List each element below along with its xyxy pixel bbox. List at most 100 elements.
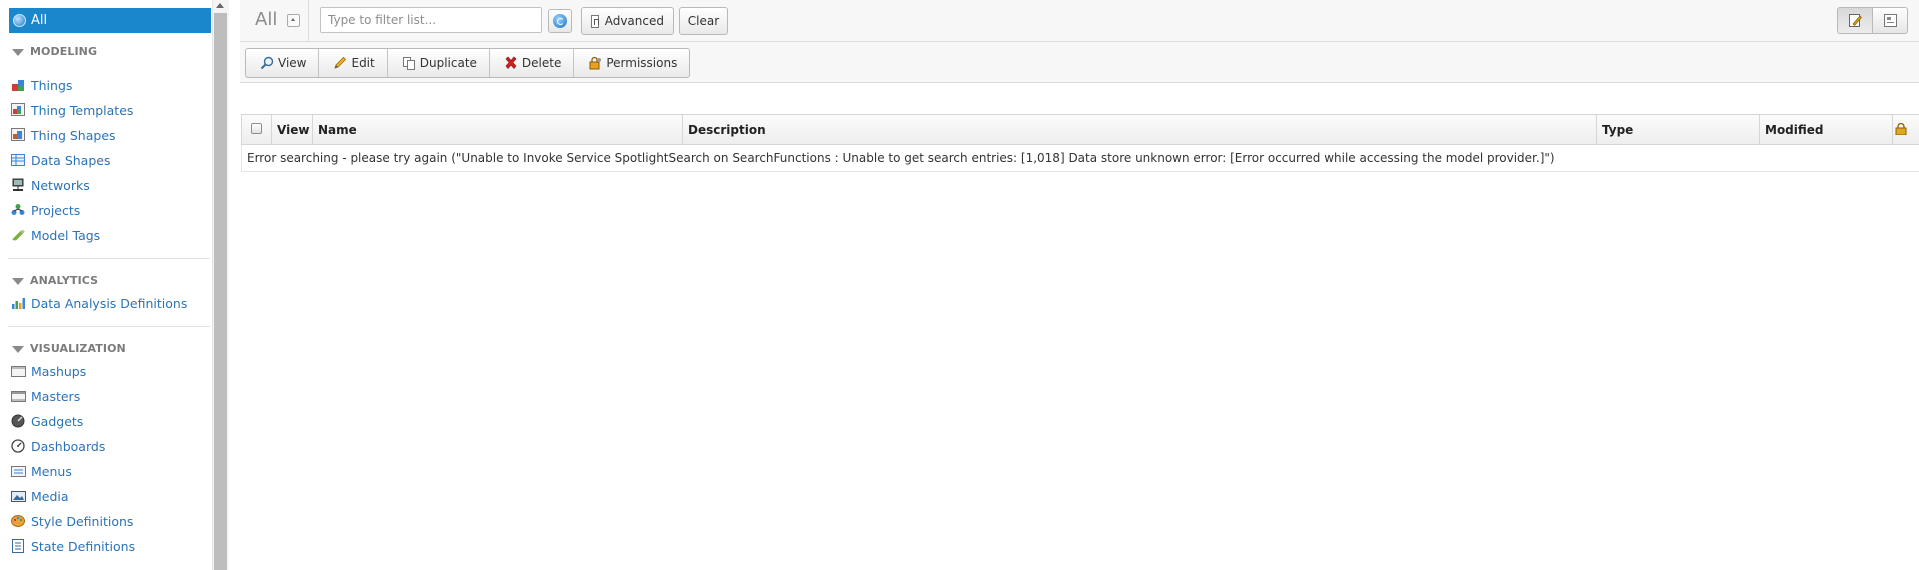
clear-button[interactable]: Clear [679, 7, 728, 35]
action-bar: View Edit Duplicate Delete Permissions [240, 42, 1919, 83]
mashups-icon [11, 364, 26, 378]
sidebar-item-label: Projects [31, 202, 81, 218]
column-header-description[interactable]: Description [682, 115, 1596, 144]
duplicate-icon [402, 56, 416, 70]
view-button[interactable]: View [246, 49, 320, 77]
sidebar-divider [8, 258, 210, 259]
delete-x-icon [504, 56, 518, 70]
advanced-label: Advanced [604, 14, 664, 28]
toolbar-divider [308, 0, 309, 41]
permissions-button[interactable]: Permissions [574, 49, 689, 77]
sort-icon[interactable] [287, 14, 300, 27]
sidebar-item-projects[interactable]: Projects [11, 201, 80, 219]
grid-header-row: View Name Description Type Modified [241, 114, 1919, 145]
sidebar-item-label: Thing Templates [31, 102, 134, 118]
sidebar-item-label: Dashboards [31, 438, 106, 454]
dashboards-icon [11, 439, 26, 453]
sidebar-item-label: Networks [31, 177, 90, 193]
state-definitions-icon [11, 539, 26, 553]
magnifier-icon [260, 56, 274, 70]
scroll-up-arrow-icon[interactable] [216, 3, 224, 8]
filter-input[interactable] [320, 7, 542, 33]
edit-document-icon [1849, 14, 1862, 27]
sidebar: All MODELING Things Thing Templates Thin… [0, 0, 212, 570]
sidebar-item-thing-templates[interactable]: Thing Templates [11, 101, 133, 119]
sidebar-item-label: Gadgets [31, 413, 84, 429]
column-header-lock[interactable] [1892, 115, 1919, 144]
section-header-analytics[interactable]: ANALYTICS [12, 274, 98, 287]
thing-templates-icon [11, 103, 26, 117]
section-header-visualization[interactable]: VISUALIZATION [12, 342, 126, 355]
sidebar-item-model-tags[interactable]: Model Tags [11, 226, 100, 244]
sidebar-item-mashups[interactable]: Mashups [11, 362, 86, 380]
collapse-triangle-icon [12, 48, 24, 56]
advanced-button[interactable]: Advanced [581, 7, 674, 35]
sidebar-item-masters[interactable]: Masters [11, 387, 80, 405]
sidebar-item-networks[interactable]: Networks [11, 176, 90, 194]
sidebar-item-all[interactable]: All [9, 8, 211, 33]
sidebar-item-label: Data Analysis Definitions [31, 295, 188, 311]
permissions-icon [588, 56, 602, 70]
sidebar-scrollbar-thumb[interactable] [214, 13, 227, 570]
column-header-modified[interactable]: Modified [1759, 115, 1892, 144]
globe-icon [13, 14, 26, 27]
sidebar-item-label: Style Definitions [31, 513, 134, 529]
lock-icon [1895, 122, 1907, 136]
action-button-group: View Edit Duplicate Delete Permissions [245, 48, 691, 78]
sidebar-item-label: Model Tags [31, 227, 101, 243]
media-icon [11, 489, 26, 503]
clear-label: Clear [687, 14, 720, 28]
bar-chart-icon [11, 296, 26, 310]
sidebar-item-label: Thing Shapes [31, 127, 116, 143]
sidebar-item-label: Media [31, 488, 69, 504]
section-header-modeling[interactable]: MODELING [12, 45, 97, 58]
sidebar-item-label: All [31, 13, 48, 28]
properties-panel-icon [1884, 14, 1897, 27]
sidebar-item-things[interactable]: Things [11, 76, 72, 94]
data-shapes-icon [11, 153, 26, 167]
model-tags-icon [11, 228, 26, 242]
view-label: View [278, 56, 307, 70]
sidebar-item-label: Data Shapes [31, 152, 111, 168]
menus-icon [11, 464, 26, 478]
pencil-icon [333, 56, 347, 70]
sidebar-item-label: Things [31, 77, 73, 93]
sidebar-item-data-shapes[interactable]: Data Shapes [11, 151, 110, 169]
column-header-view[interactable]: View [271, 115, 312, 144]
sidebar-divider [8, 326, 210, 327]
sidebar-item-data-analysis-definitions[interactable]: Data Analysis Definitions [11, 294, 187, 312]
advanced-search-icon [591, 14, 599, 28]
projects-icon [11, 203, 26, 217]
permissions-label: Permissions [606, 56, 678, 70]
refresh-button[interactable] [548, 9, 572, 33]
sidebar-item-media[interactable]: Media [11, 487, 69, 505]
column-header-type[interactable]: Type [1596, 115, 1759, 144]
sidebar-item-gadgets[interactable]: Gadgets [11, 412, 83, 430]
edit-label: Edit [351, 56, 375, 70]
collapse-triangle-icon [12, 345, 24, 353]
section-title: MODELING [30, 45, 98, 58]
sidebar-item-style-definitions[interactable]: Style Definitions [11, 512, 133, 530]
section-title: VISUALIZATION [30, 342, 126, 355]
thing-shapes-icon [11, 128, 26, 142]
column-header-name[interactable]: Name [312, 115, 682, 144]
edit-mode-toggle[interactable] [1837, 7, 1873, 34]
duplicate-button[interactable]: Duplicate [388, 49, 490, 77]
select-all-checkbox[interactable] [251, 123, 262, 134]
masters-icon [11, 389, 26, 403]
collapse-triangle-icon [12, 277, 24, 285]
delete-button[interactable]: Delete [490, 49, 575, 77]
sidebar-item-label: State Definitions [31, 538, 136, 554]
results-grid: View Name Description Type Modified Erro… [241, 114, 1919, 172]
top-toolbar: All Advanced Clear [240, 0, 1919, 42]
properties-mode-toggle[interactable] [1872, 7, 1908, 34]
networks-icon [11, 178, 26, 192]
section-title: ANALYTICS [30, 274, 99, 287]
sidebar-item-state-definitions[interactable]: State Definitions [11, 537, 135, 555]
edit-button[interactable]: Edit [319, 49, 388, 77]
sidebar-item-dashboards[interactable]: Dashboards [11, 437, 105, 455]
sidebar-item-menus[interactable]: Menus [11, 462, 72, 480]
palette-icon [11, 514, 26, 528]
gadgets-icon [11, 414, 26, 428]
sidebar-item-thing-shapes[interactable]: Thing Shapes [11, 126, 116, 144]
